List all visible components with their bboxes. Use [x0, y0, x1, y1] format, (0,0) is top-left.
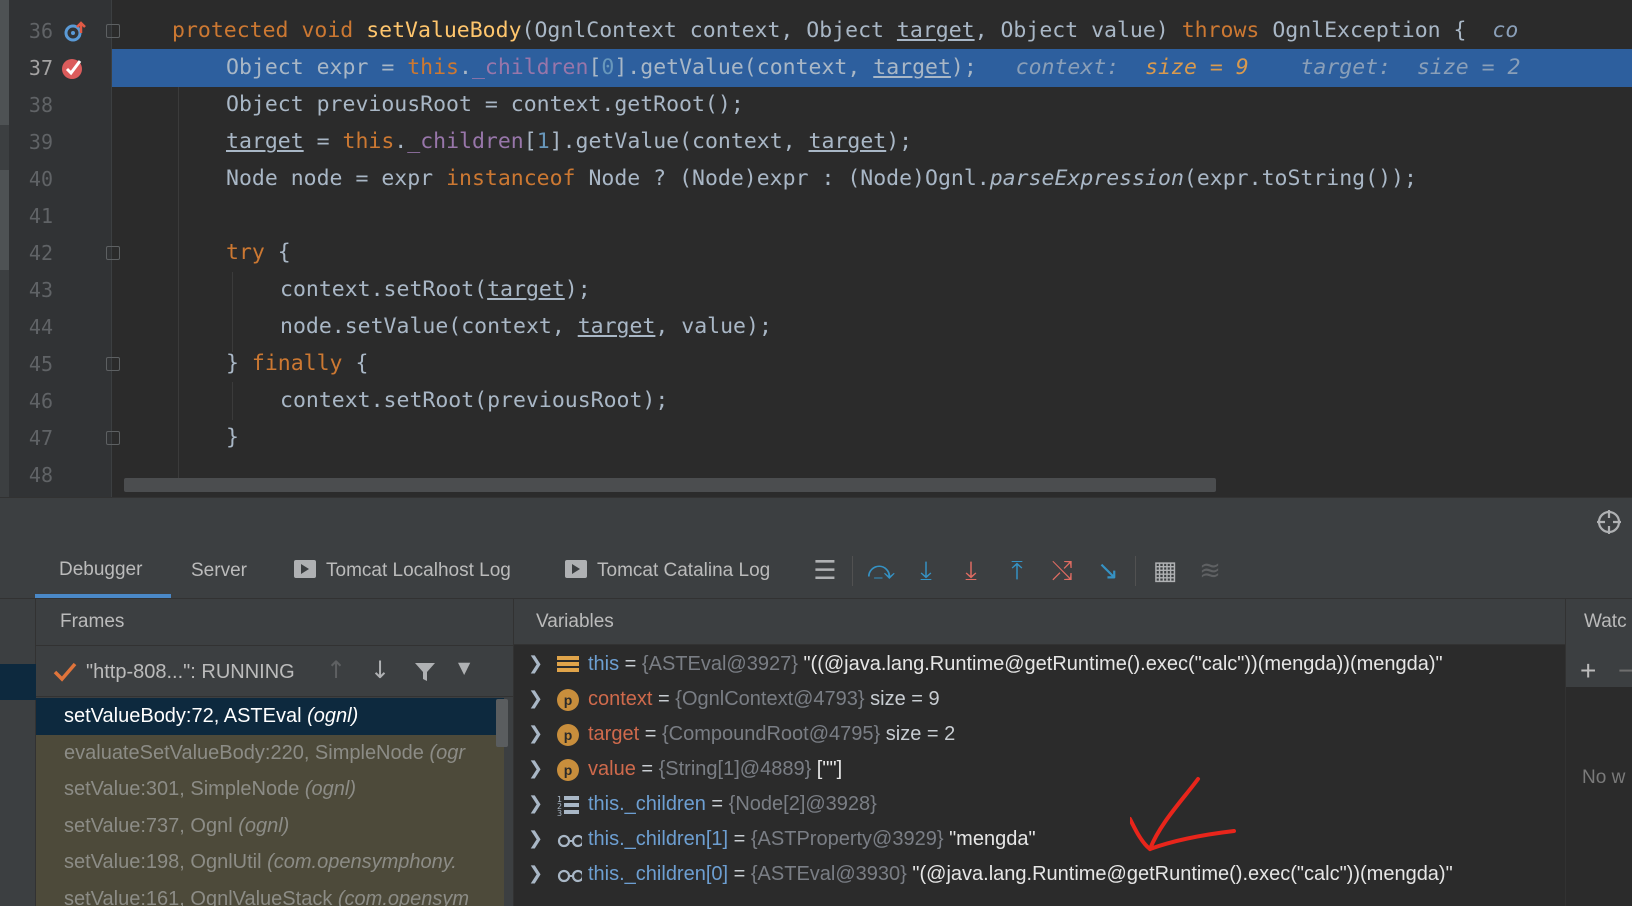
show-execution-point-icon[interactable]: ☰ — [810, 556, 840, 586]
inline-value-hint: target: — [1300, 55, 1392, 80]
frame-item[interactable]: evaluateSetValueBody:220, SimpleNode (og… — [36, 734, 504, 771]
chevron-right-icon[interactable]: ❯ — [528, 787, 543, 821]
editor-left-strip — [0, 0, 9, 497]
parameter-icon: p — [557, 689, 579, 711]
variable-row[interactable]: ❯ p context = {OgnlContext@4793} size = … — [514, 682, 1565, 717]
chevron-down-icon[interactable]: ▼ — [458, 658, 470, 677]
array-icon: 123 — [557, 795, 579, 816]
code-line[interactable]: context.setRoot(previousRoot); — [112, 382, 1632, 420]
code-line-current[interactable]: Object expr = this._children[0].getValue… — [112, 49, 1632, 88]
filter-icon[interactable] — [413, 660, 437, 684]
code-line[interactable]: try { — [112, 234, 1632, 272]
debug-tool-window-header — [0, 497, 1632, 544]
variable-row[interactable]: ❯ p target = {CompoundRoot@4795} size = … — [514, 717, 1565, 752]
chevron-right-icon[interactable]: ❯ — [528, 752, 543, 786]
watches-title: Watc — [1584, 611, 1627, 632]
breakpoint-icon[interactable] — [60, 55, 86, 81]
frame-item[interactable]: setValue:198, OgnlUtil (com.opensymphony… — [36, 844, 504, 881]
code-editor[interactable]: 36 37 38 39 40 41 42 43 44 45 46 47 48 p… — [0, 0, 1632, 497]
watches-list[interactable] — [1566, 687, 1632, 906]
code-line[interactable]: } — [112, 419, 1632, 457]
frames-panel: Frames "http-808...": RUNNING ↑ ↓ ▼ setV… — [0, 599, 514, 906]
toolbar-separator — [1135, 556, 1136, 586]
variable-row[interactable]: ❯ this._children[1] = {ASTProperty@3929}… — [514, 822, 1565, 857]
annotation-arrow-icon — [1130, 777, 1236, 852]
watches-panel: Watc + − No w — [1565, 599, 1632, 906]
chevron-right-icon[interactable]: ❯ — [528, 717, 543, 751]
variable-row[interactable]: ❯ 123 this._children = {Node[2]@3928} — [514, 787, 1565, 822]
check-icon — [53, 662, 77, 682]
parameter-icon: p — [557, 759, 579, 781]
code-line[interactable]: node.setValue(context, target, value); — [112, 308, 1632, 346]
chevron-right-icon[interactable]: ❯ — [528, 682, 543, 716]
gutter-line-current: 37 — [9, 49, 112, 87]
parameter-icon: p — [557, 724, 579, 746]
debug-tabs-bar: Debugger Server Tomcat Localhost Log Tom… — [0, 544, 1632, 599]
console-icon — [294, 559, 316, 578]
variable-row[interactable]: ❯ p value = {String[1]@4889} [""] — [514, 752, 1565, 787]
variable-row[interactable]: ❯ this._children[0] = {ASTEval@3930} "(@… — [514, 857, 1565, 892]
frame-item[interactable]: setValue:161, OgnlValueStack (com.opensy… — [36, 880, 504, 906]
code-line[interactable]: protected void setValueBody(OgnlContext … — [112, 12, 1632, 50]
code-line[interactable]: target = this._children[1].getValue(cont… — [112, 123, 1632, 161]
variables-header — [514, 599, 1565, 645]
chevron-right-icon[interactable]: ❯ — [528, 822, 543, 856]
evaluate-expression-icon[interactable]: ▦ — [1150, 556, 1180, 586]
watch-glasses-icon — [557, 869, 582, 883]
code-line[interactable]: Object previousRoot = context.getRoot(); — [112, 86, 1632, 124]
tab-tomcat-localhost-log[interactable]: Tomcat Localhost Log — [294, 544, 511, 598]
tab-debugger[interactable]: Debugger — [35, 544, 171, 598]
gutter-line: 36 — [9, 12, 120, 50]
run-to-cursor-icon[interactable]: ↘ — [1093, 556, 1123, 586]
remove-watch-button[interactable]: − — [1618, 655, 1632, 687]
code-line[interactable]: } finally { — [112, 345, 1632, 383]
frame-item-selected[interactable]: setValueBody:72, ASTEval (ognl) — [36, 698, 504, 735]
variables-title: Variables — [536, 611, 614, 632]
inline-value-hint: context: — [1015, 55, 1120, 80]
frames-title: Frames — [60, 611, 125, 632]
add-watch-button[interactable]: + — [1580, 655, 1596, 687]
drop-frame-icon[interactable]: ⤭ — [1047, 556, 1077, 586]
frame-item[interactable]: setValue:737, Ognl (ognl) — [36, 807, 504, 844]
toolbar-separator — [852, 556, 853, 586]
tab-tomcat-catalina-log[interactable]: Tomcat Catalina Log — [565, 544, 770, 598]
step-into-icon[interactable]: ⤓ — [911, 556, 941, 586]
console-icon — [565, 559, 587, 578]
arrow-up-icon[interactable]: ↑ — [326, 656, 346, 684]
trace-current-stream-icon[interactable]: ≋ — [1195, 556, 1225, 586]
variables-panel: Variables ❯ this = {ASTEval@3927} "((@ja… — [514, 599, 1565, 906]
thread-selector[interactable]: "http-808...": RUNNING ↑ ↓ ▼ — [36, 645, 513, 697]
arrow-down-icon[interactable]: ↓ — [370, 656, 390, 684]
frames-left-toolbar — [0, 599, 36, 906]
frames-scrollbar[interactable] — [496, 699, 508, 747]
watch-glasses-icon — [557, 834, 582, 848]
editor-gutter[interactable]: 36 37 38 39 40 41 42 43 44 45 46 47 48 — [9, 0, 120, 497]
override-marker-icon[interactable] — [64, 21, 86, 43]
step-over-icon[interactable]: ⤼ — [866, 556, 896, 586]
chevron-right-icon[interactable]: ❯ — [528, 647, 543, 681]
code-line[interactable]: context.setRoot(target); — [112, 271, 1632, 309]
watches-empty-text: No w — [1582, 767, 1626, 788]
horizontal-scrollbar[interactable] — [124, 478, 1216, 492]
variable-row[interactable]: ❯ this = {ASTEval@3927} "((@java.lang.Ru… — [514, 647, 1565, 682]
field-bars-icon — [557, 654, 579, 676]
step-out-icon[interactable]: ⤒ — [1002, 556, 1032, 586]
crosshair-icon[interactable] — [1596, 509, 1622, 535]
chevron-right-icon[interactable]: ❯ — [528, 857, 543, 891]
force-step-into-icon[interactable]: ⤓ — [956, 556, 986, 586]
code-line[interactable]: Node node = expr instanceof Node ? (Node… — [112, 160, 1632, 198]
tab-server[interactable]: Server — [191, 544, 247, 598]
svg-text:3: 3 — [557, 809, 562, 816]
frame-item[interactable]: setValue:301, SimpleNode (ognl) — [36, 771, 504, 808]
